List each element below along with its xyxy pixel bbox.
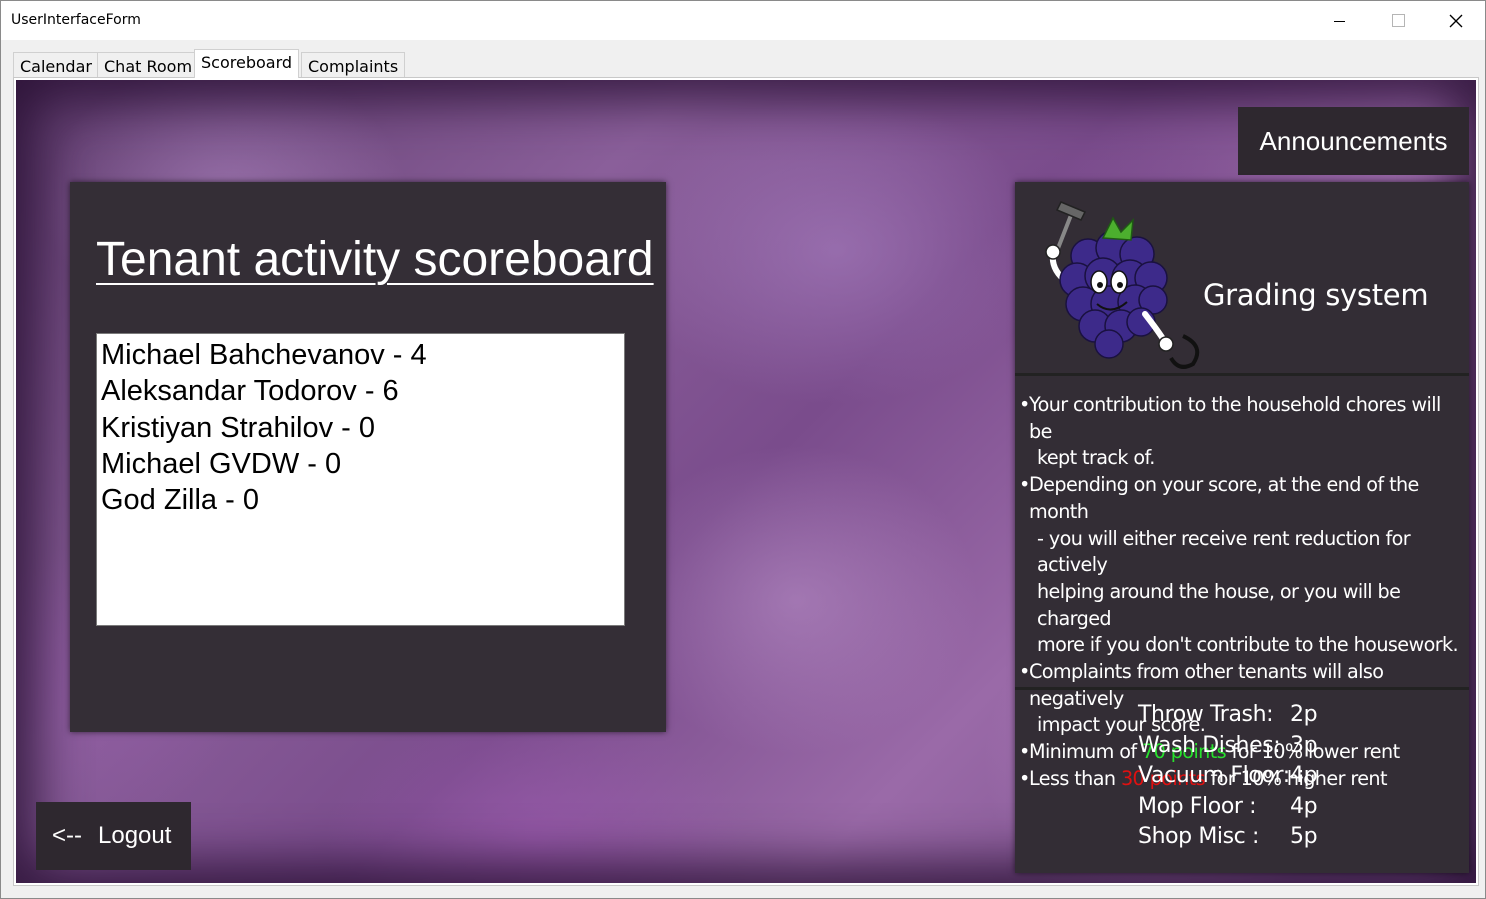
list-item[interactable]: Aleksandar Todorov - 6 [101,373,620,409]
minimize-icon [1334,20,1345,22]
points-row: Throw Trash: 2p [1138,702,1318,727]
list-item[interactable]: God Zilla - 0 [101,482,620,518]
rule-item: Depending on your score, at the end of t… [1019,472,1467,659]
scoreboard-title: Tenant activity scoreboard [96,233,654,286]
tab-complaints[interactable]: Complaints [301,52,406,78]
points-row: Wash Dishes: 3p [1138,732,1318,758]
close-button[interactable] [1427,1,1485,40]
window-title: UserInterfaceForm [11,12,141,28]
list-item[interactable]: Michael Bahchevanov - 4 [101,337,620,373]
points-row: Shop Misc :5p [1138,824,1318,849]
maximize-icon [1391,14,1405,27]
points-row: Vacuum Floor: 4p [1138,763,1318,788]
scoreboard-panel: Tenant activity scoreboard Michael Bahch… [70,182,666,732]
points-row: Mop Floor :4p [1138,793,1318,819]
tab-calendar[interactable]: Calendar [13,52,99,78]
logout-label: Logout [98,822,172,849]
purple-background: Tenant activity scoreboard Michael Bahch… [16,80,1476,883]
logout-button[interactable]: <-- Logout [36,802,191,870]
tab-chat-room[interactable]: Chat Room [97,52,200,78]
back-arrow-icon: <-- [52,822,82,849]
close-icon [1449,14,1463,27]
tab-scoreboard[interactable]: Scoreboard [194,49,300,78]
points-table: Throw Trash: 2p Wash Dishes: 3p Vacuum Flo… [1138,700,1318,853]
grape-mascot-icon [1045,201,1200,369]
list-item[interactable]: Michael GVDW - 0 [101,446,620,482]
scoreboard-tab-page: Tenant activity scoreboard Michael Bahch… [13,77,1479,886]
maximize-button[interactable] [1369,1,1427,40]
grading-system-panel: Grading system Your contribution to the … [1015,182,1469,873]
grading-title: Grading system [1203,278,1429,312]
minimize-button[interactable] [1311,1,1369,40]
title-bar: UserInterfaceForm [1,1,1485,40]
grading-header: Grading system [1015,182,1469,376]
list-item[interactable]: Kristiyan Strahilov - 0 [101,410,620,446]
score-listbox[interactable]: Michael Bahchevanov - 4 Aleksandar Todor… [96,333,625,626]
rule-item: Your contribution to the household chore… [1019,392,1467,472]
divider [1015,687,1469,690]
app-window: UserInterfaceForm Calendar Chat Room Sco… [0,0,1486,899]
announcements-button[interactable]: Announcements [1238,107,1469,175]
